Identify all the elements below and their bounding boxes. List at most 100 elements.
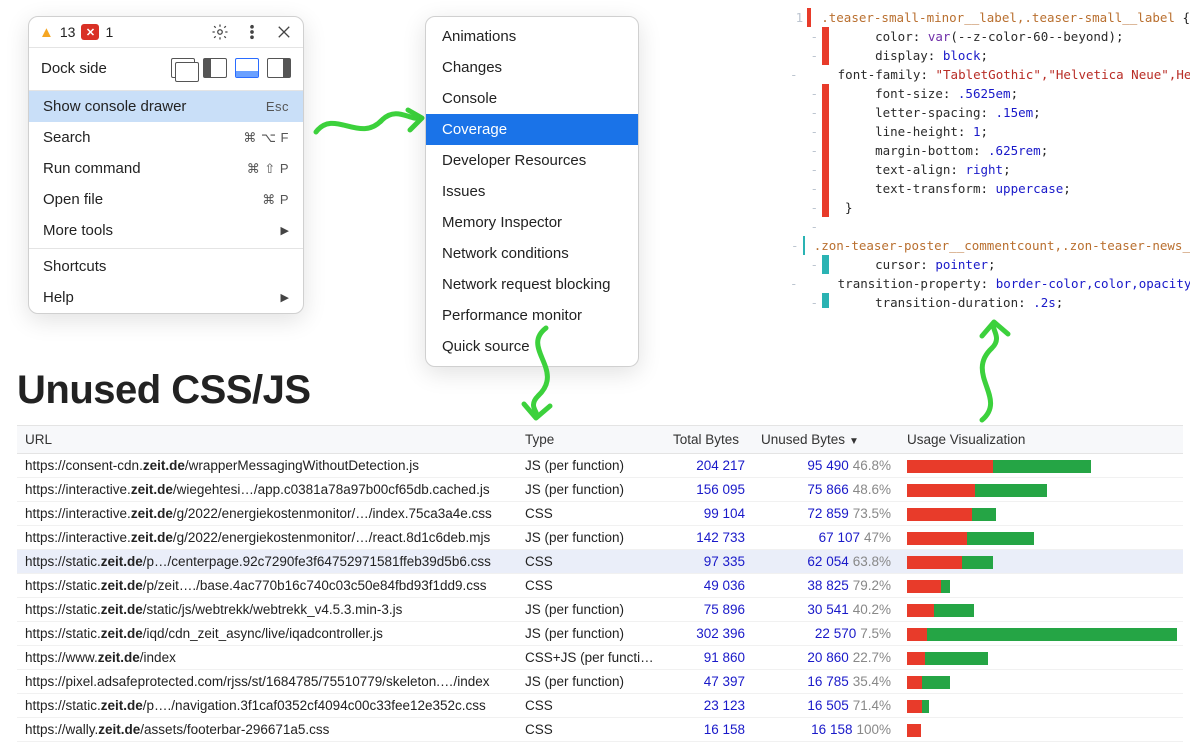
submenu-item[interactable]: Developer Resources: [426, 145, 638, 176]
shortcut-label: ⌘ ⇧ P: [247, 161, 289, 177]
table-row[interactable]: https://interactive.zeit.de/g/2022/energ…: [17, 526, 1183, 550]
cell-total: 49 036: [665, 574, 753, 597]
col-type[interactable]: Type: [517, 426, 665, 453]
dock-bottom-icon[interactable]: [235, 58, 259, 78]
cell-unused: 95 49046.8%: [753, 454, 899, 477]
cell-url: https://static.zeit.de/p/zeit…./base.4ac…: [17, 574, 517, 597]
shortcut-label: Esc: [266, 99, 289, 114]
more-vertical-icon[interactable]: [243, 23, 261, 41]
cell-type: CSS: [517, 718, 665, 741]
menu-item-label: Show console drawer: [43, 98, 186, 115]
table-row[interactable]: https://pixel.adsafeprotected.com/rjss/s…: [17, 670, 1183, 694]
cell-unused: 67 10747%: [753, 526, 899, 549]
menu-item-label: Open file: [43, 191, 103, 208]
coverage-table: URL Type Total Bytes Unused Bytes▼ Usage…: [17, 425, 1183, 742]
cell-unused: 38 82579.2%: [753, 574, 899, 597]
cell-total: 75 896: [665, 598, 753, 621]
shortcut-label: ⌘ ⌥ F: [243, 130, 289, 146]
table-row[interactable]: https://static.zeit.de/p…/centerpage.92c…: [17, 550, 1183, 574]
submenu-item[interactable]: Network conditions: [426, 238, 638, 269]
cell-type: CSS+JS (per function): [517, 646, 665, 669]
cell-unused: 72 85973.5%: [753, 502, 899, 525]
col-unused[interactable]: Unused Bytes▼: [753, 426, 899, 453]
cell-unused: 30 54140.2%: [753, 598, 899, 621]
cell-url: https://static.zeit.de/iqd/cdn_zeit_asyn…: [17, 622, 517, 645]
submenu-item[interactable]: Changes: [426, 52, 638, 83]
submenu-item[interactable]: Issues: [426, 176, 638, 207]
col-viz[interactable]: Usage Visualization: [899, 426, 1183, 453]
submenu-item[interactable]: Network request blocking: [426, 269, 638, 300]
error-icon: ✕: [81, 24, 99, 40]
menu-item-label: Shortcuts: [43, 258, 106, 275]
sort-desc-icon: ▼: [849, 436, 859, 447]
table-row[interactable]: https://wally.zeit.de/assets/footerbar-2…: [17, 718, 1183, 742]
cell-url: https://consent-cdn.zeit.de/wrapperMessa…: [17, 454, 517, 477]
table-row[interactable]: https://static.zeit.de/p…./navigation.3f…: [17, 694, 1183, 718]
cell-viz: [899, 550, 1183, 573]
source-code-panel: 1.teaser-small-minor__label,.teaser-smal…: [790, 8, 1190, 308]
cell-type: JS (per function): [517, 526, 665, 549]
submenu-item[interactable]: Memory Inspector: [426, 207, 638, 238]
table-row[interactable]: https://static.zeit.de/p/zeit…./base.4ac…: [17, 574, 1183, 598]
cell-url: https://static.zeit.de/static/js/webtrek…: [17, 598, 517, 621]
cell-type: JS (per function): [517, 670, 665, 693]
cell-total: 16 158: [665, 718, 753, 741]
menu-item[interactable]: Run command ⌘ ⇧ P: [29, 153, 303, 184]
cell-total: 142 733: [665, 526, 753, 549]
submenu-item[interactable]: Animations: [426, 21, 638, 52]
cell-type: CSS: [517, 550, 665, 573]
cell-unused: 16 50571.4%: [753, 694, 899, 717]
cell-unused: 16 78535.4%: [753, 670, 899, 693]
cell-url: https://interactive.zeit.de/wiegehtesi…/…: [17, 478, 517, 501]
col-url[interactable]: URL: [17, 426, 517, 453]
dock-side-label: Dock side: [41, 60, 107, 77]
cell-total: 99 104: [665, 502, 753, 525]
table-row[interactable]: https://static.zeit.de/iqd/cdn_zeit_asyn…: [17, 622, 1183, 646]
cell-viz: [899, 694, 1183, 717]
table-row[interactable]: https://interactive.zeit.de/g/2022/energ…: [17, 502, 1183, 526]
dock-left-icon[interactable]: [203, 58, 227, 78]
cell-url: https://wally.zeit.de/assets/footerbar-2…: [17, 718, 517, 741]
cell-viz: [899, 598, 1183, 621]
cell-total: 47 397: [665, 670, 753, 693]
table-row[interactable]: https://interactive.zeit.de/wiegehtesi…/…: [17, 478, 1183, 502]
close-icon[interactable]: [275, 23, 293, 41]
menu-item[interactable]: Help▶: [29, 282, 303, 313]
menu-item[interactable]: Shortcuts: [29, 251, 303, 282]
cell-viz: [899, 502, 1183, 525]
cell-total: 91 860: [665, 646, 753, 669]
menu-item[interactable]: Show console drawer Esc: [29, 91, 303, 122]
dock-right-icon[interactable]: [267, 58, 291, 78]
cell-total: 97 335: [665, 550, 753, 573]
heading-unused: Unused CSS/JS: [17, 368, 311, 413]
cell-total: 23 123: [665, 694, 753, 717]
cell-type: JS (per function): [517, 598, 665, 621]
cell-type: CSS: [517, 694, 665, 717]
cell-viz: [899, 646, 1183, 669]
cell-viz: [899, 622, 1183, 645]
submenu-item[interactable]: Coverage: [426, 114, 638, 145]
cell-total: 204 217: [665, 454, 753, 477]
cell-total: 156 095: [665, 478, 753, 501]
cell-viz: [899, 454, 1183, 477]
cell-unused: 22 5707.5%: [753, 622, 899, 645]
menu-item-label: Help: [43, 289, 74, 306]
dock-undock-icon[interactable]: [171, 58, 195, 78]
table-row[interactable]: https://static.zeit.de/static/js/webtrek…: [17, 598, 1183, 622]
cell-unused: 62 05463.8%: [753, 550, 899, 573]
gear-icon[interactable]: [211, 23, 229, 41]
submenu-item[interactable]: Console: [426, 83, 638, 114]
cell-url: https://interactive.zeit.de/g/2022/energ…: [17, 502, 517, 525]
menu-item[interactable]: More tools▶: [29, 215, 303, 246]
warning-count: 13: [60, 24, 76, 40]
menu-item-label: Run command: [43, 160, 141, 177]
cell-viz: [899, 670, 1183, 693]
menu-item[interactable]: Open file ⌘ P: [29, 184, 303, 215]
table-row[interactable]: https://www.zeit.de/indexCSS+JS (per fun…: [17, 646, 1183, 670]
shortcut-label: ⌘ P: [262, 192, 289, 208]
table-row[interactable]: https://consent-cdn.zeit.de/wrapperMessa…: [17, 454, 1183, 478]
cell-url: https://www.zeit.de/index: [17, 646, 517, 669]
col-total[interactable]: Total Bytes: [665, 426, 753, 453]
menu-item[interactable]: Search⌘ ⌥ F: [29, 122, 303, 153]
cell-viz: [899, 718, 1183, 741]
